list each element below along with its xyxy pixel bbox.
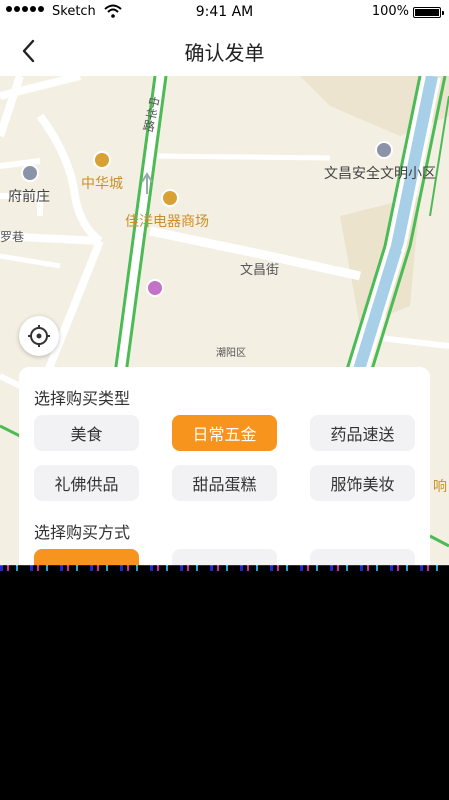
map-label-jiayang: 佳洋电器商场	[125, 214, 209, 230]
home-marker-icon	[21, 164, 39, 182]
unrendered-area	[0, 571, 449, 800]
map-label-wenchangjie: 文昌街	[240, 263, 280, 278]
locate-me-button[interactable]	[19, 316, 59, 356]
navigation-bar: 确认发单	[0, 24, 449, 76]
order-options-panel: 选择购买类型 美食 日常五金 药品速送 礼佛供品 甜品蛋糕 服饰美妆 选择购买方…	[19, 367, 430, 566]
type-option-beauty[interactable]: 服饰美妆	[310, 465, 415, 501]
type-option-offerings[interactable]: 礼佛供品	[34, 465, 139, 501]
method-option-1[interactable]	[34, 549, 139, 566]
map-label-zhonghuacheng: 中华城	[81, 176, 123, 192]
map-label-fuqianzhuang: 府前庄	[8, 189, 50, 205]
home-marker-icon	[375, 141, 393, 159]
shopping-marker-icon	[93, 151, 111, 169]
battery-icon	[413, 7, 444, 18]
map-label-xiang: 响	[433, 479, 447, 495]
type-option-medicine[interactable]: 药品速送	[310, 415, 415, 451]
page-title: 确认发单	[184, 41, 265, 65]
type-option-desserts[interactable]: 甜品蛋糕	[172, 465, 277, 501]
method-option-3[interactable]	[310, 549, 415, 566]
method-option-2[interactable]	[172, 549, 277, 566]
crosshair-icon	[28, 325, 50, 347]
shopping-marker-icon	[161, 189, 179, 207]
purchase-method-title: 选择购买方式	[34, 523, 131, 542]
map-label-wenchang-xiaoqu: 文昌安全文明小区	[324, 166, 436, 182]
map-label-luoxiang: 罗巷	[0, 230, 25, 244]
battery-percentage: 100%	[371, 4, 409, 19]
status-bar: Sketch 9:41 AM 100%	[0, 0, 449, 24]
map-label-chaoyangqu: 潮阳区	[216, 348, 246, 359]
type-option-hardware[interactable]: 日常五金	[172, 415, 277, 451]
type-option-food[interactable]: 美食	[34, 415, 139, 451]
service-marker-icon	[146, 279, 164, 297]
purchase-type-title: 选择购买类型	[34, 389, 131, 408]
